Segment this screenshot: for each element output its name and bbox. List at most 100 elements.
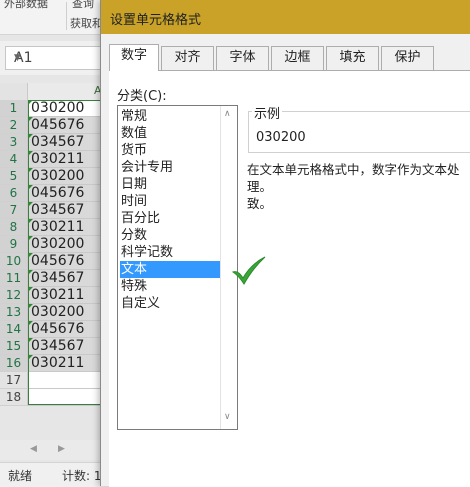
category-item-date[interactable]: 日期 [120, 176, 221, 193]
cell-value: 030211 [31, 287, 85, 303]
ribbon-separator [66, 2, 67, 30]
row-header[interactable]: 16 [0, 355, 28, 372]
row-header[interactable]: 6 [0, 185, 28, 202]
cell-a10[interactable]: 045676 [28, 253, 110, 270]
sample-label: 示例 [252, 103, 283, 122]
chevron-up-icon[interactable]: ∧ [224, 109, 231, 119]
tab-font[interactable]: 字体 [216, 46, 269, 70]
tab-protection[interactable]: 保护 [381, 46, 434, 70]
category-item-time[interactable]: 时间 [120, 193, 221, 210]
cell-a11[interactable]: 034567 [28, 270, 110, 287]
category-item-custom[interactable]: 自定义 [120, 295, 221, 312]
cell-a18[interactable] [28, 389, 110, 406]
row-header[interactable]: 1 [0, 100, 28, 117]
row-header[interactable]: 17 [0, 372, 28, 389]
chevron-down-icon[interactable]: ∨ [224, 412, 231, 422]
row-header[interactable]: 12 [0, 287, 28, 304]
row-header[interactable]: 4 [0, 151, 28, 168]
chevron-down-icon[interactable]: ▼ [14, 53, 96, 63]
row-header[interactable]: 2 [0, 117, 28, 134]
table-row: 4 030211 [0, 151, 110, 168]
ribbon-group-get-transform: 获取和 [70, 17, 103, 30]
table-row: 9 030200 [0, 236, 110, 253]
cell-a15[interactable]: 034567 [28, 338, 110, 355]
select-all-corner[interactable] [0, 83, 28, 100]
cell-a1[interactable]: 030200 [28, 100, 110, 117]
row-header[interactable]: 8 [0, 219, 28, 236]
text-number-indicator-icon [28, 202, 33, 207]
status-count: 计数: 1 [62, 469, 102, 483]
category-item-general[interactable]: 常规 [120, 108, 221, 125]
tab-number[interactable]: 数字 [109, 44, 159, 71]
cell-a4[interactable]: 030211 [28, 151, 110, 168]
table-row: 17 [0, 372, 110, 389]
cell-a12[interactable]: 030211 [28, 287, 110, 304]
category-item-accounting[interactable]: 会计专用 [120, 159, 221, 176]
sheet-tab-area [0, 440, 100, 460]
cell-value: 030211 [31, 151, 85, 167]
table-row: 3 034567 [0, 134, 110, 151]
cell-a6[interactable]: 045676 [28, 185, 110, 202]
category-item-scientific[interactable]: 科学记数 [120, 244, 221, 261]
text-number-indicator-icon [28, 168, 33, 173]
text-number-indicator-icon [28, 355, 33, 360]
text-number-indicator-icon [28, 321, 33, 326]
cell-a3[interactable]: 034567 [28, 134, 110, 151]
cell-a9[interactable]: 030200 [28, 236, 110, 253]
tab-border[interactable]: 边框 [271, 46, 324, 70]
text-number-indicator-icon [28, 253, 33, 258]
table-row: 10 045676 [0, 253, 110, 270]
row-header[interactable]: 18 [0, 389, 28, 406]
cell-a5[interactable]: 030200 [28, 168, 110, 185]
category-item-text[interactable]: 文本 [120, 261, 221, 278]
dialog-titlebar[interactable]: 设置单元格格式 [101, 0, 470, 34]
table-row: 2 045676 [0, 117, 110, 134]
text-number-indicator-icon [28, 185, 33, 190]
row-header[interactable]: 5 [0, 168, 28, 185]
cell-value: 034567 [31, 338, 85, 354]
tab-alignment[interactable]: 对齐 [161, 46, 214, 70]
category-item-currency[interactable]: 货币 [120, 142, 221, 159]
category-item-percentage[interactable]: 百分比 [120, 210, 221, 227]
description-line-2: 致。 [247, 196, 273, 211]
row-header[interactable]: 14 [0, 321, 28, 338]
number-tab-panel: 分类(C): 常规 数值 货币 会计专用 日期 时间 百分比 分数 科学记数 文… [109, 70, 470, 487]
cell-value: 030200 [31, 100, 85, 116]
table-row: 1 030200 [0, 100, 110, 117]
scroll-left-icon[interactable]: ◀ [30, 444, 37, 454]
row-header[interactable]: 13 [0, 304, 28, 321]
text-number-indicator-icon [28, 117, 33, 122]
category-item-fraction[interactable]: 分数 [120, 227, 221, 244]
cell-a14[interactable]: 045676 [28, 321, 110, 338]
category-list[interactable]: 常规 数值 货币 会计专用 日期 时间 百分比 分数 科学记数 文本 特殊 自定… [117, 105, 238, 430]
cell-a16[interactable]: 030211 [28, 355, 110, 372]
table-row: 18 [0, 389, 110, 406]
cell-value: 030211 [31, 219, 85, 235]
check-icon [231, 256, 266, 285]
category-item-special[interactable]: 特殊 [120, 278, 221, 295]
name-box[interactable]: A1 ▼ [5, 46, 101, 70]
cell-a17[interactable] [28, 372, 110, 389]
cell-a2[interactable]: 045676 [28, 117, 110, 134]
row-header[interactable]: 7 [0, 202, 28, 219]
ribbon-group-query[interactable]: 查询 [72, 0, 94, 11]
row-header[interactable]: 10 [0, 253, 28, 270]
scroll-right-icon[interactable]: ▶ [58, 444, 65, 454]
row-header[interactable]: 9 [0, 236, 28, 253]
category-item-number[interactable]: 数值 [120, 125, 221, 142]
row-header[interactable]: 15 [0, 338, 28, 355]
table-row: 8 030211 [0, 219, 110, 236]
table-row: 15 034567 [0, 338, 110, 355]
row-header[interactable]: 11 [0, 270, 28, 287]
cell-a7[interactable]: 034567 [28, 202, 110, 219]
table-row: 11 034567 [0, 270, 110, 287]
cell-a8[interactable]: 030211 [28, 219, 110, 236]
ribbon-group-external-data[interactable]: 外部数据 [4, 0, 48, 11]
row-header[interactable]: 3 [0, 134, 28, 151]
tab-fill[interactable]: 填充 [326, 46, 379, 70]
cell-value: 034567 [31, 270, 85, 286]
cell-value: 045676 [31, 253, 85, 269]
text-number-indicator-icon [28, 219, 33, 224]
table-row: 13 030200 [0, 304, 110, 321]
cell-a13[interactable]: 030200 [28, 304, 110, 321]
